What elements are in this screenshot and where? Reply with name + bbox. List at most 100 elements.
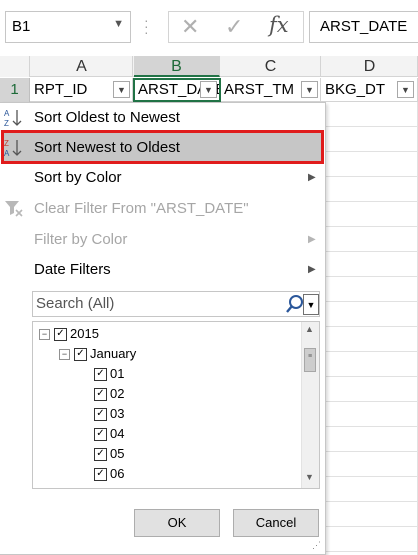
sort-newest-to-oldest-item[interactable]: Z A Sort Newest to Oldest [0,133,326,163]
chevron-down-icon[interactable]: ▼ [113,18,124,30]
gridline [325,401,418,402]
gridline [325,276,418,277]
sort-by-color-label: Sort by Color [34,169,122,186]
tree-node-day[interactable]: ✓ 05 [94,444,124,464]
tree-node-day[interactable]: ✓ 04 [94,424,124,444]
name-box[interactable]: B1 ▼ [5,11,131,43]
filter-by-color-item[interactable]: Filter by Color ▶ [0,225,326,255]
clear-filter-label: Clear Filter From "ARST_DATE" [34,200,249,217]
chevron-right-icon: ▶ [308,234,316,245]
tree-node-day-label: 06 [110,466,125,481]
gridline [325,551,418,552]
svg-text:A: A [4,149,10,158]
checkbox[interactable]: ✓ [94,428,107,442]
gridline [325,176,418,177]
date-filters-item[interactable]: Date Filters ▶ [0,255,326,285]
tree-node-day-label: 05 [110,446,125,461]
column-header-d[interactable]: D [322,56,418,77]
ok-button[interactable]: OK [134,509,220,537]
gridline [325,226,418,227]
filter-dropdown-c-icon[interactable]: ▼ [301,81,318,98]
checkbox[interactable]: ✓ [74,348,87,362]
scrollbar-thumb[interactable]: ≡ [304,348,316,372]
resize-grip-icon[interactable]: ⋰ [312,540,321,551]
filter-dropdown-a-icon[interactable]: ▼ [113,81,130,98]
cancel-button[interactable]: Cancel [233,509,319,537]
row-number[interactable]: 1 [0,78,30,102]
tree-node-day-label: 04 [110,426,125,441]
tree-node-month-label: January [90,346,137,361]
cell-d1-text: BKG_DT [325,81,386,98]
tree-node-year-label: 2015 [70,326,99,341]
formula-input[interactable]: ARST_DATE [309,11,418,43]
formula-input-value: ARST_DATE [320,18,408,35]
collapse-icon[interactable]: − [39,329,50,341]
gridline [325,451,418,452]
tree-node-day[interactable]: ✓ 03 [94,404,124,424]
filter-dropdown-d-icon[interactable]: ▼ [397,81,414,98]
checkbox[interactable]: ✓ [94,368,107,382]
gridline [325,426,418,427]
tree-scrollbar[interactable]: ▲ ≡ ▼ [301,322,319,488]
scroll-down-icon[interactable]: ▼ [305,472,314,482]
tree-node-day-partial[interactable] [94,484,110,489]
chevron-down-icon[interactable]: ▼ [303,294,319,315]
checkbox[interactable]: ✓ [94,408,107,422]
date-filters-label: Date Filters [34,261,111,278]
insert-function-icon[interactable]: fx [269,13,289,37]
checkbox[interactable]: ✓ [94,468,107,482]
collapse-icon[interactable]: − [59,349,70,361]
gridline [325,201,418,202]
gridline [325,126,418,127]
formula-bar: B1 ▼ · · · ✕ ✓ fx ARST_DATE [0,0,418,56]
sort-oldest-to-newest-item[interactable]: A Z Sort Oldest to Newest [0,103,326,133]
tree-node-day[interactable]: ✓ 02 [94,384,124,404]
checkbox[interactable]: ✓ [54,328,67,342]
gridline [325,476,418,477]
gridline [325,326,418,327]
formula-buttons: ✕ ✓ fx [168,11,304,43]
checkbox[interactable]: ✓ [94,448,107,462]
checkbox[interactable]: ✓ [94,388,107,402]
search-placeholder: Search (All) [36,295,115,312]
tree-node-day[interactable]: ✓ 01 [94,364,124,384]
tree-node-day-label: 01 [110,366,125,381]
column-header-c[interactable]: C [221,56,321,77]
confirm-entry-icon[interactable]: ✓ [225,14,243,40]
gridline [325,151,418,152]
column-header-a[interactable]: A [31,56,133,77]
cell-c1-text: ARST_TM [224,81,295,98]
tree-node-year[interactable]: − ✓ 2015 [39,324,99,344]
autofilter-menu: A Z Sort Oldest to Newest Z A Sort Newes… [0,102,326,555]
svg-text:Z: Z [4,139,9,148]
gridline [325,501,418,502]
svg-text:Z: Z [4,119,9,128]
search-input[interactable]: Search (All) ▼ [32,291,320,317]
scroll-up-icon[interactable]: ▲ [305,324,314,334]
clear-filter-item[interactable]: Clear Filter From "ARST_DATE" [0,194,326,224]
chevron-right-icon: ▶ [308,172,316,183]
chevron-right-icon: ▶ [308,264,316,275]
tree-node-month[interactable]: − ✓ January [59,344,136,364]
select-all-corner[interactable] [0,56,30,77]
svg-text:A: A [4,109,10,118]
gridline [325,251,418,252]
gridline [325,351,418,352]
cell-a1-text: RPT_ID [34,81,88,98]
column-header-b[interactable]: B [134,56,220,77]
gridline [325,526,418,527]
search-icon[interactable] [285,294,305,314]
sort-by-color-item[interactable]: Sort by Color ▶ [0,163,326,193]
column-header-row: A B C D [0,56,418,77]
filter-dropdown-b-icon[interactable]: ▼ [200,81,217,98]
filter-by-color-label: Filter by Color [34,231,128,248]
drag-handle-icon[interactable]: · · · [144,13,149,39]
tree-node-day[interactable]: ✓ 06 [94,464,124,484]
header-row: 1 RPT_ID ▼ ARST_DATE ▼ ARST_TM ▼ BKG_DT … [0,78,418,102]
sort-newest-to-oldest-label: Sort Newest to Oldest [34,139,180,156]
tree-node-day-label: 03 [110,406,125,421]
cancel-entry-icon[interactable]: ✕ [181,14,199,40]
checkbox[interactable] [94,488,107,489]
filter-value-tree: − ✓ 2015 − ✓ January ✓ 01 ✓ 02 ✓ 03 ✓ 04 ✓ 05 ✓ 06… [32,321,320,489]
name-box-value: B1 [12,18,31,35]
